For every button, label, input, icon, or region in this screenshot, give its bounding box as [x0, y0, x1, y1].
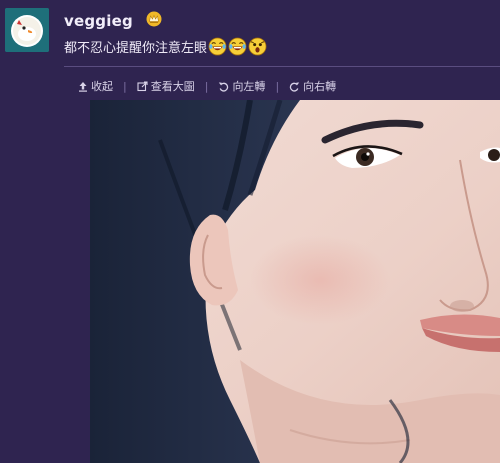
view-large-button[interactable]: 查看大圖	[137, 78, 195, 94]
user-avatar[interactable]	[5, 8, 49, 52]
toolbar-separator: |	[275, 79, 280, 93]
toolbar-separator: |	[123, 79, 127, 93]
post-text: 都不忍心提醒你注意左眼	[64, 41, 208, 56]
username[interactable]: veggieg	[64, 12, 133, 30]
upload-arrow-icon	[79, 81, 87, 92]
toolbar-separator: |	[204, 79, 209, 93]
selfie-photo	[90, 100, 500, 463]
laughing-crying-emoji	[228, 37, 247, 56]
rotate-left-icon	[219, 82, 229, 92]
collapse-label: 收起	[91, 80, 113, 93]
shocked-emoji	[248, 37, 267, 56]
divider	[64, 66, 500, 67]
crown-badge-icon	[146, 11, 162, 27]
rotate-left-label: 向左轉	[232, 80, 266, 93]
collapse-button[interactable]: 收起	[78, 78, 113, 94]
rotate-right-icon	[289, 82, 300, 92]
rotate-right-label: 向右轉	[303, 80, 337, 93]
external-link-icon	[137, 80, 148, 91]
rotate-right-button[interactable]: 向右轉	[289, 78, 336, 94]
post-photo[interactable]	[90, 100, 500, 463]
laughing-crying-emoji	[208, 37, 227, 56]
weibo-post: veggieg 都不忍心提醒你注意左眼 收起 | 查看大圖 | 向左轉 | 向右…	[0, 0, 500, 463]
view-large-label: 查看大圖	[150, 80, 195, 93]
rotate-left-button[interactable]: 向左轉	[218, 78, 265, 94]
duck-avatar-icon	[5, 8, 49, 52]
image-toolbar: 收起 | 查看大圖 | 向左轉 | 向右轉	[78, 78, 336, 94]
post-text-row: 都不忍心提醒你注意左眼	[64, 37, 267, 56]
